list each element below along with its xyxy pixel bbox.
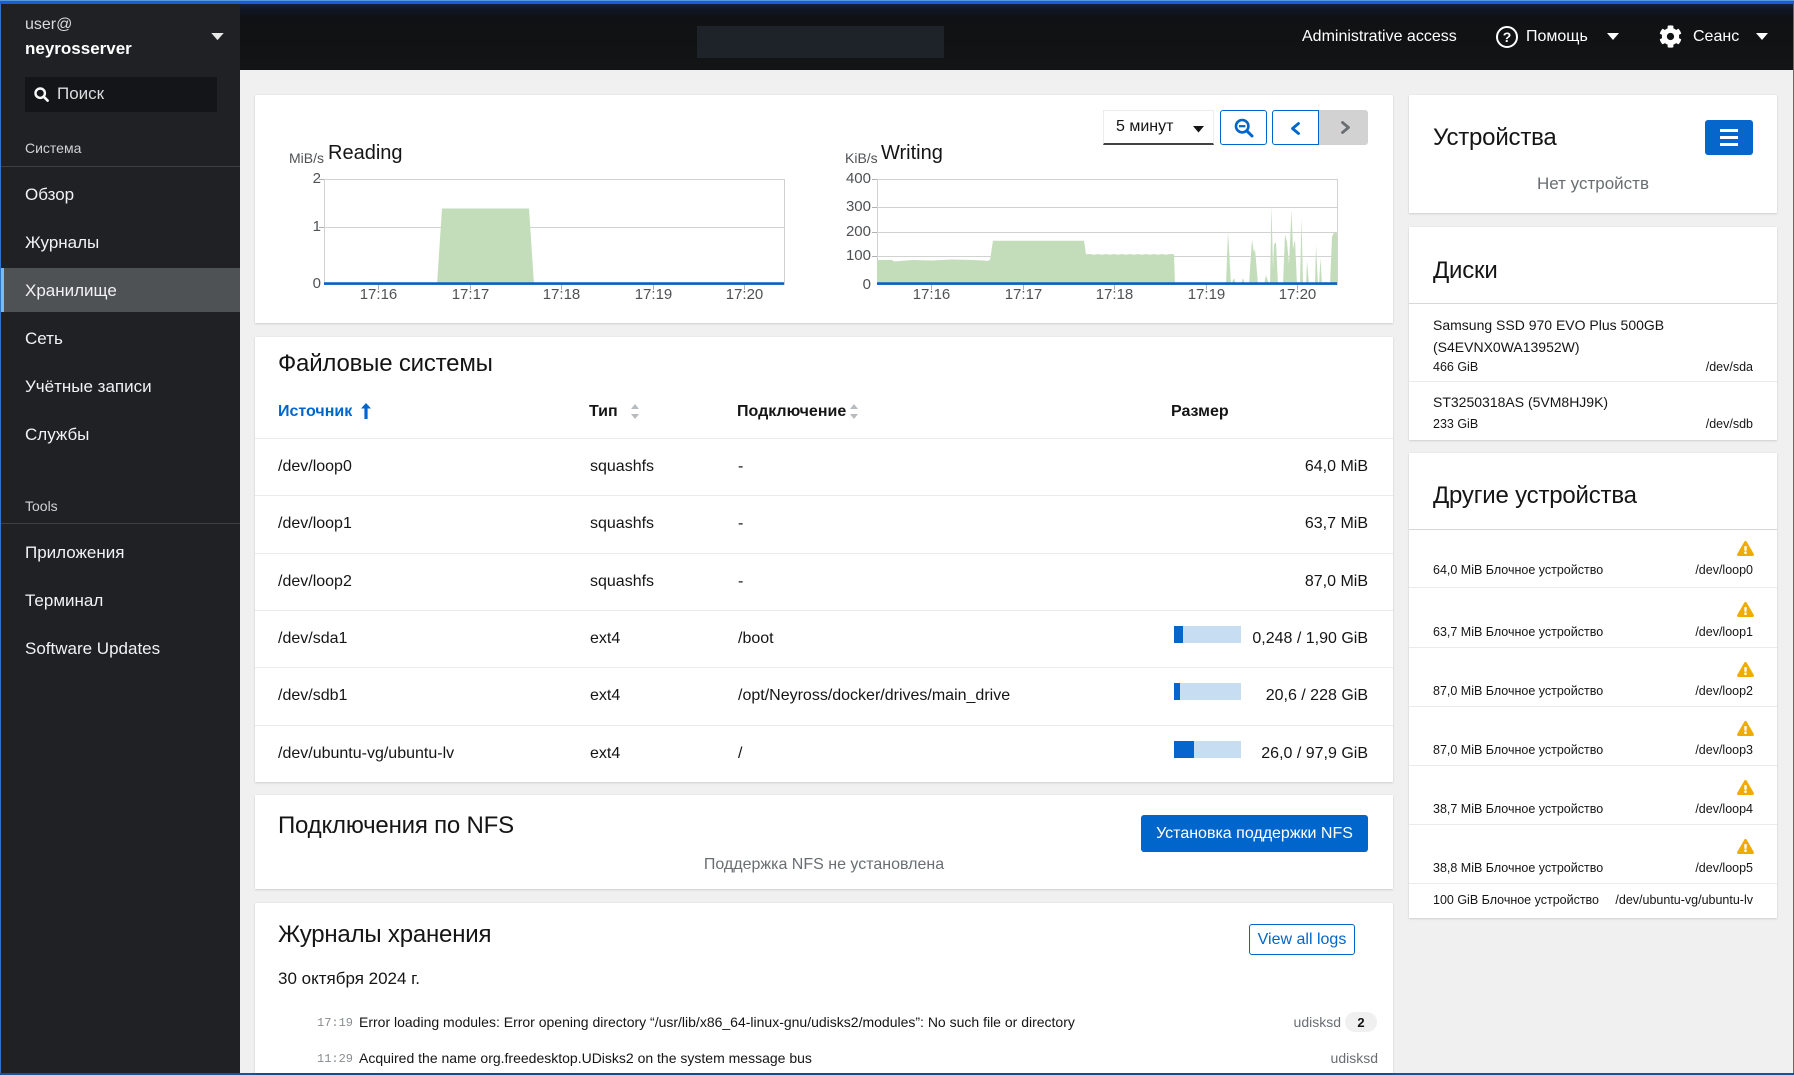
svg-text:?: ? xyxy=(1503,29,1512,45)
